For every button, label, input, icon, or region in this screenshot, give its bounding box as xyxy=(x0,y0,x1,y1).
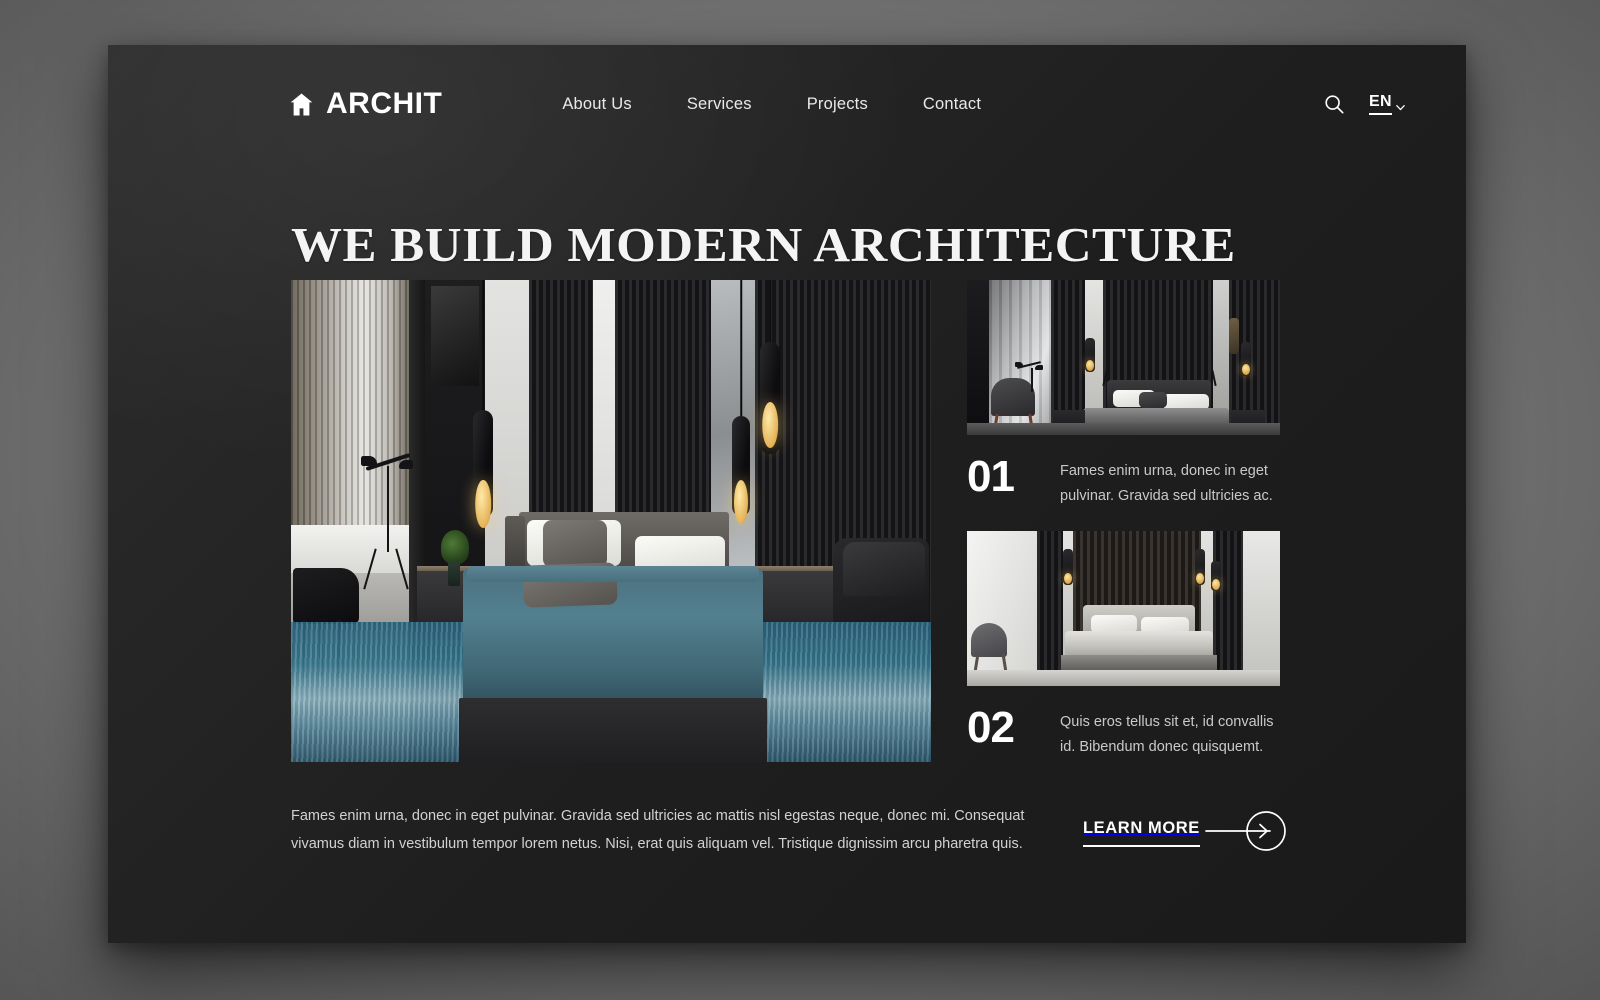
chevron-down-icon xyxy=(1395,100,1406,111)
learn-more-button[interactable]: LEARN MORE xyxy=(1083,810,1288,857)
house-icon xyxy=(288,91,315,118)
card-1-number: 01 xyxy=(967,452,1015,501)
hero-image xyxy=(291,280,931,762)
brand-name: ARCHIT xyxy=(326,87,443,120)
main-navigation: About Us Services Projects Contact xyxy=(562,95,981,114)
page-title: WE BUILD MODERN ARCHITECTURE xyxy=(291,217,1236,272)
hero-scene-art xyxy=(291,280,931,762)
header-actions: EN xyxy=(1323,93,1406,115)
nav-item-services[interactable]: Services xyxy=(687,95,752,114)
card-1-scene-art xyxy=(967,280,1280,435)
card-2-scene-art xyxy=(967,531,1280,686)
language-label: EN xyxy=(1368,93,1392,115)
nav-item-about-us[interactable]: About Us xyxy=(562,95,631,114)
search-icon[interactable] xyxy=(1323,93,1345,115)
card-image-1 xyxy=(967,280,1280,435)
card-2-description: Quis eros tellus sit et, id convallis id… xyxy=(1060,714,1274,755)
feature-card-1: 01 Fames enim urna, donec in eget pulvin… xyxy=(967,455,1285,509)
feature-card-2: 02 Quis eros tellus sit et, id convallis… xyxy=(967,706,1285,760)
website-page: ARCHIT About Us Services Projects Contac… xyxy=(108,45,1466,943)
card-1-description: Fames enim urna, donec in eget pulvinar.… xyxy=(1060,463,1273,504)
nav-item-contact[interactable]: Contact xyxy=(923,95,981,114)
card-2-number: 02 xyxy=(967,703,1015,752)
brand-logo[interactable]: ARCHIT xyxy=(288,87,442,121)
intro-paragraph: Fames enim urna, donec in eget pulvinar.… xyxy=(291,808,1025,852)
site-header: ARCHIT About Us Services Projects Contac… xyxy=(108,45,1466,163)
language-selector[interactable]: EN xyxy=(1368,93,1406,115)
arrow-right-circle-icon xyxy=(1204,810,1288,857)
card-image-2 xyxy=(967,531,1280,686)
nav-item-projects[interactable]: Projects xyxy=(807,95,868,114)
learn-more-label: LEARN MORE xyxy=(1083,820,1200,847)
